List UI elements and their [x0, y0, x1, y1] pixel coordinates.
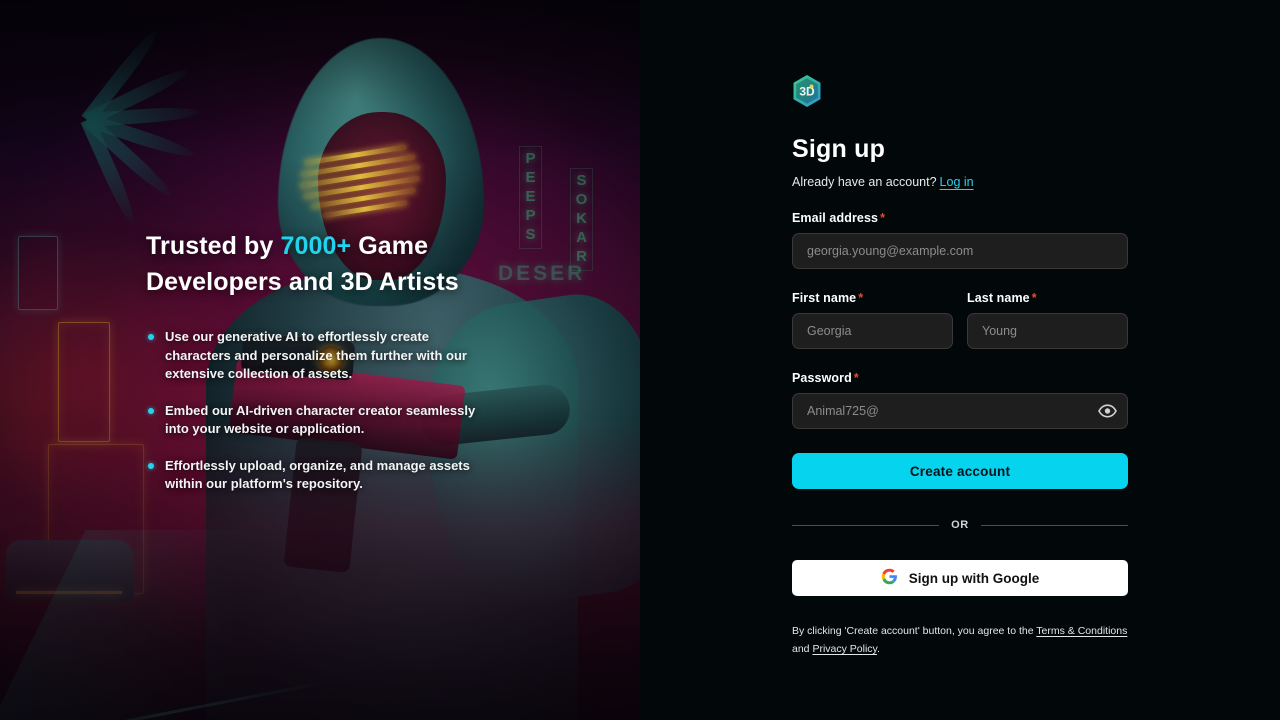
privacy-link[interactable]: Privacy Policy — [812, 643, 877, 655]
create-account-button[interactable]: Create account — [792, 453, 1128, 489]
or-divider: OR — [792, 519, 1128, 531]
brand-logo-icon[interactable]: 3D — [792, 74, 822, 108]
email-field-group: Email address * — [792, 211, 1128, 269]
login-prompt: Already have an account? Log in — [792, 175, 1128, 189]
legal-prefix: By clicking 'Create account' button, you… — [792, 625, 1037, 637]
password-input[interactable] — [792, 393, 1128, 429]
promo-heading: Trusted by 7000+ Game Developers and 3D … — [146, 228, 526, 300]
legal-text: By clicking 'Create account' button, you… — [792, 622, 1128, 658]
email-label: Email address * — [792, 211, 1128, 225]
promo-feature-list: Use our generative AI to effortlessly cr… — [146, 328, 526, 494]
first-name-input[interactable] — [792, 313, 953, 349]
page-title: Sign up — [792, 135, 886, 163]
password-field-group: Password * — [792, 371, 1128, 429]
eye-icon[interactable] — [1096, 400, 1118, 422]
list-item: Use our generative AI to effortlessly cr… — [146, 328, 498, 384]
promo-content: Trusted by 7000+ Game Developers and 3D … — [146, 228, 526, 512]
first-name-label-text: First name — [792, 291, 857, 305]
or-divider-label: OR — [951, 519, 969, 531]
first-name-label: First name * — [792, 291, 953, 305]
promo-panel: PEEPS SOKAR DESER Trusted by 7000+ Game … — [0, 0, 640, 720]
login-link[interactable]: Log in — [940, 175, 974, 189]
email-input[interactable] — [792, 233, 1128, 269]
name-fields-row: First name* Last name* — [792, 291, 1128, 349]
google-signup-button[interactable]: Sign up with Google — [792, 560, 1128, 596]
google-g-icon — [881, 568, 898, 588]
required-marker: * — [858, 291, 864, 305]
last-name-field-group: Last name * — [967, 291, 1128, 349]
required-marker: * — [853, 371, 859, 385]
signup-form-panel: 3D Sign up Already have an account? Log i… — [640, 0, 1280, 720]
promo-heading-pre: Trusted by — [146, 232, 281, 260]
legal-conjunction: and — [792, 643, 813, 655]
last-name-label: Last name * — [967, 291, 1128, 305]
email-label-text: Email address — [792, 211, 879, 225]
list-item: Embed our AI-driven character creator se… — [146, 402, 498, 439]
password-label-text: Password — [792, 371, 852, 385]
signup-form: 3D Sign up Already have an account? Log i… — [792, 74, 1128, 658]
last-name-label-text: Last name — [967, 291, 1030, 305]
required-marker: * — [880, 211, 886, 225]
promo-heading-highlight: 7000+ — [280, 232, 352, 260]
first-name-field-group: First name * — [792, 291, 953, 349]
required-marker: * — [1031, 291, 1037, 305]
google-signup-label: Sign up with Google — [908, 570, 1040, 586]
last-name-input[interactable] — [967, 313, 1128, 349]
password-input-wrapper — [792, 393, 1128, 429]
login-prompt-text: Already have an account? — [792, 175, 937, 189]
signup-page: PEEPS SOKAR DESER Trusted by 7000+ Game … — [0, 0, 1280, 720]
terms-link[interactable]: Terms & Conditions — [1036, 625, 1127, 637]
password-label: Password * — [792, 371, 1128, 385]
list-item: Effortlessly upload, organize, and manag… — [146, 457, 498, 494]
legal-suffix: . — [877, 643, 880, 655]
